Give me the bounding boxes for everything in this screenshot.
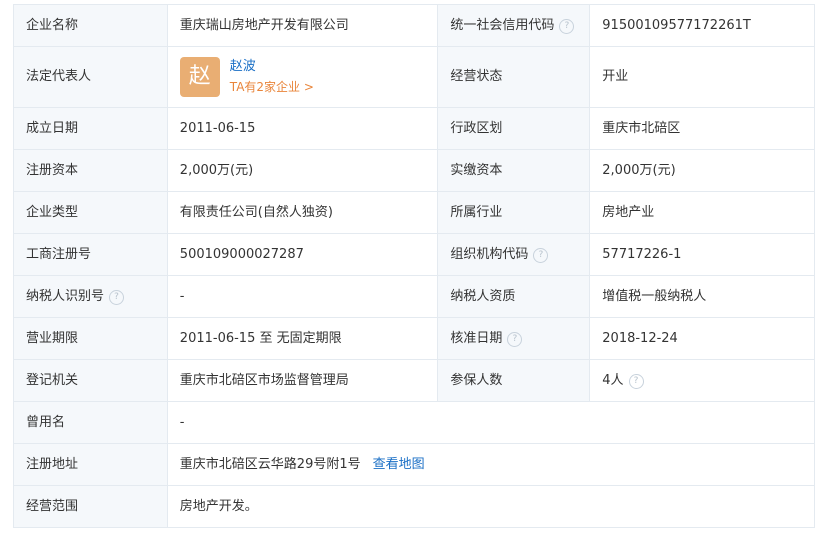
related-companies-link[interactable]: TA有2家企业 > [230,80,314,94]
credit-code-value: 91500109577172261T [589,4,815,47]
business-status-label: 经营状态 [437,46,591,108]
insured-count-text: 4人 [602,372,624,388]
legal-rep-label: 法定代表人 [13,46,168,108]
taxpayer-id-label-text: 纳税人识别号 [26,288,105,304]
registered-address-text: 重庆市北碚区云华路29号附1号 [179,456,361,472]
taxpayer-id-label: 纳税人识别号? [13,275,168,318]
table-row: 工商注册号 500109000027287 组织机构代码? 57717226-1 [13,233,815,276]
taxpayer-qualification-label: 纳税人资质 [437,275,591,318]
table-row: 成立日期 2011-06-15 行政区划 重庆市北碚区 [13,107,815,150]
taxpayer-id-value: - [166,275,439,318]
avatar[interactable]: 赵 [179,57,220,97]
paid-capital-label: 实缴资本 [437,149,591,192]
admin-region-value: 重庆市北碚区 [589,107,815,150]
industry-label: 所属行业 [437,191,591,234]
approval-date-label-text: 核准日期 [450,330,503,346]
company-name-label: 企业名称 [13,4,168,47]
help-icon[interactable]: ? [533,247,549,263]
org-code-label: 组织机构代码? [437,233,591,276]
legal-rep-name-link[interactable]: 赵波 [230,59,256,74]
table-row: 企业类型 有限责任公司(自然人独资) 所属行业 房地产业 [13,191,815,234]
insured-count-label: 参保人数 [437,359,591,402]
founded-date-label: 成立日期 [13,107,168,150]
company-type-value: 有限责任公司(自然人独资) [166,191,439,234]
help-icon[interactable]: ? [628,373,644,389]
taxpayer-qualification-value: 增值税一般纳税人 [589,275,815,318]
business-term-value: 2011-06-15 至 无固定期限 [166,317,439,360]
registered-address-label: 注册地址 [13,443,168,486]
credit-code-label-text: 统一社会信用代码 [450,17,555,33]
table-row: 纳税人识别号? - 纳税人资质 增值税一般纳税人 [13,275,815,318]
paid-capital-value: 2,000万(元) [589,149,815,192]
help-icon[interactable]: ? [559,18,575,34]
business-scope-label: 经营范围 [13,485,168,528]
table-row: 登记机关 重庆市北碚区市场监督管理局 参保人数 4人? [13,359,815,402]
legal-rep-value: 赵 赵波 TA有2家企业 > [166,46,439,108]
business-term-label: 营业期限 [13,317,168,360]
insured-count-value: 4人? [589,359,815,402]
help-icon[interactable]: ? [507,331,523,347]
org-code-label-text: 组织机构代码 [450,246,529,262]
registered-capital-value: 2,000万(元) [166,149,439,192]
admin-region-label: 行政区划 [437,107,591,150]
approval-date-value: 2018-12-24 [589,317,815,360]
registration-authority-value: 重庆市北碚区市场监督管理局 [166,359,439,402]
registered-address-value: 重庆市北碚区云华路29号附1号 查看地图 [166,443,815,486]
approval-date-label: 核准日期? [437,317,591,360]
table-row: 注册地址 重庆市北碚区云华路29号附1号 查看地图 [13,443,815,486]
business-scope-value: 房地产开发。 [166,485,815,528]
credit-code-label: 统一社会信用代码? [437,4,591,47]
table-row: 曾用名 - [13,401,815,444]
founded-date-value: 2011-06-15 [166,107,439,150]
industry-value: 房地产业 [589,191,815,234]
table-row: 法定代表人 赵 赵波 TA有2家企业 > 经营状态 开业 [13,46,815,108]
registration-authority-label: 登记机关 [13,359,168,402]
business-reg-no-label: 工商注册号 [13,233,168,276]
company-info-table: 企业名称 重庆瑞山房地产开发有限公司 统一社会信用代码? 91500109577… [13,4,815,528]
company-info-panel: 企业名称 重庆瑞山房地产开发有限公司 统一社会信用代码? 91500109577… [0,0,815,541]
table-row: 注册资本 2,000万(元) 实缴资本 2,000万(元) [13,149,815,192]
former-name-label: 曾用名 [13,401,168,444]
business-status-value: 开业 [589,46,815,108]
table-row: 经营范围 房地产开发。 [13,485,815,528]
former-name-value: - [166,401,815,444]
view-map-link[interactable]: 查看地图 [373,457,425,472]
table-row: 营业期限 2011-06-15 至 无固定期限 核准日期? 2018-12-24 [13,317,815,360]
company-type-label: 企业类型 [13,191,168,234]
business-reg-no-value: 500109000027287 [166,233,439,276]
table-row: 企业名称 重庆瑞山房地产开发有限公司 统一社会信用代码? 91500109577… [13,4,815,47]
legal-rep-person: 赵波 TA有2家企业 > [230,57,314,98]
org-code-value: 57717226-1 [589,233,815,276]
registered-capital-label: 注册资本 [13,149,168,192]
help-icon[interactable]: ? [109,289,125,305]
company-name-value: 重庆瑞山房地产开发有限公司 [166,4,439,47]
